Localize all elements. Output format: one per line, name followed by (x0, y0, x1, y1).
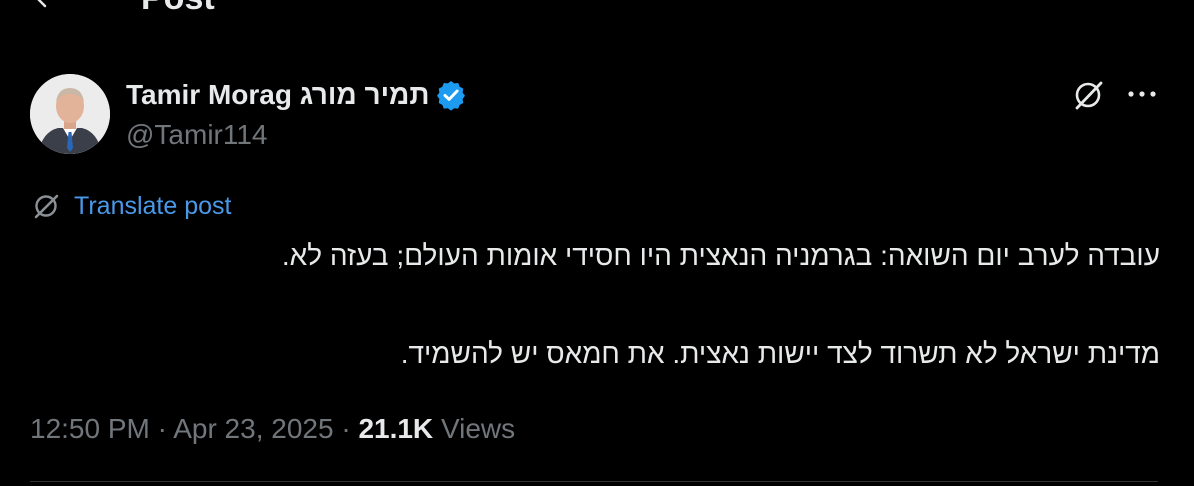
grok-icon[interactable] (1072, 78, 1106, 112)
page-title: Post (141, 0, 215, 18)
verified-badge-icon (437, 81, 466, 111)
grok-icon (34, 194, 59, 219)
views-label: Views (440, 413, 516, 444)
post-page: Post Tamir Morag תמיר מורג @Tamir114 (0, 0, 1194, 486)
avatar[interactable] (30, 74, 110, 154)
post-text-line-1: עובדה לערב יום השואה: בגרמניה הנאצית היו… (281, 240, 1160, 271)
divider (30, 481, 1158, 482)
post-date[interactable]: Apr 23, 2025 (173, 413, 333, 444)
more-dots-icon[interactable] (1126, 84, 1158, 104)
translate-post-button[interactable]: Translate post (32, 190, 231, 222)
arrow-left-icon[interactable] (30, 0, 54, 10)
author-display-name[interactable]: Tamir Morag תמיר מורג (126, 76, 429, 114)
post-text-line-2: מדינת ישראל לא תשרוד לצד יישות נאצית. את… (400, 338, 1160, 369)
meta-separator: · (157, 413, 167, 444)
translate-post-link[interactable]: Translate post (74, 190, 231, 222)
author-name-row[interactable]: Tamir Morag תמיר מורג (126, 76, 467, 114)
meta-separator: · (341, 413, 351, 444)
author-info: Tamir Morag תמיר מורג @Tamir114 (126, 76, 467, 154)
post-time[interactable]: 12:50 PM (30, 413, 150, 444)
post-meta: 12:50 PM · Apr 23, 2025 · 21.1K Views (30, 410, 515, 448)
avatar-photo (30, 74, 110, 154)
views-count[interactable]: 21.1K (358, 413, 433, 444)
author-handle[interactable]: @Tamir114 (126, 116, 467, 154)
top-header: Post (0, 0, 1194, 18)
